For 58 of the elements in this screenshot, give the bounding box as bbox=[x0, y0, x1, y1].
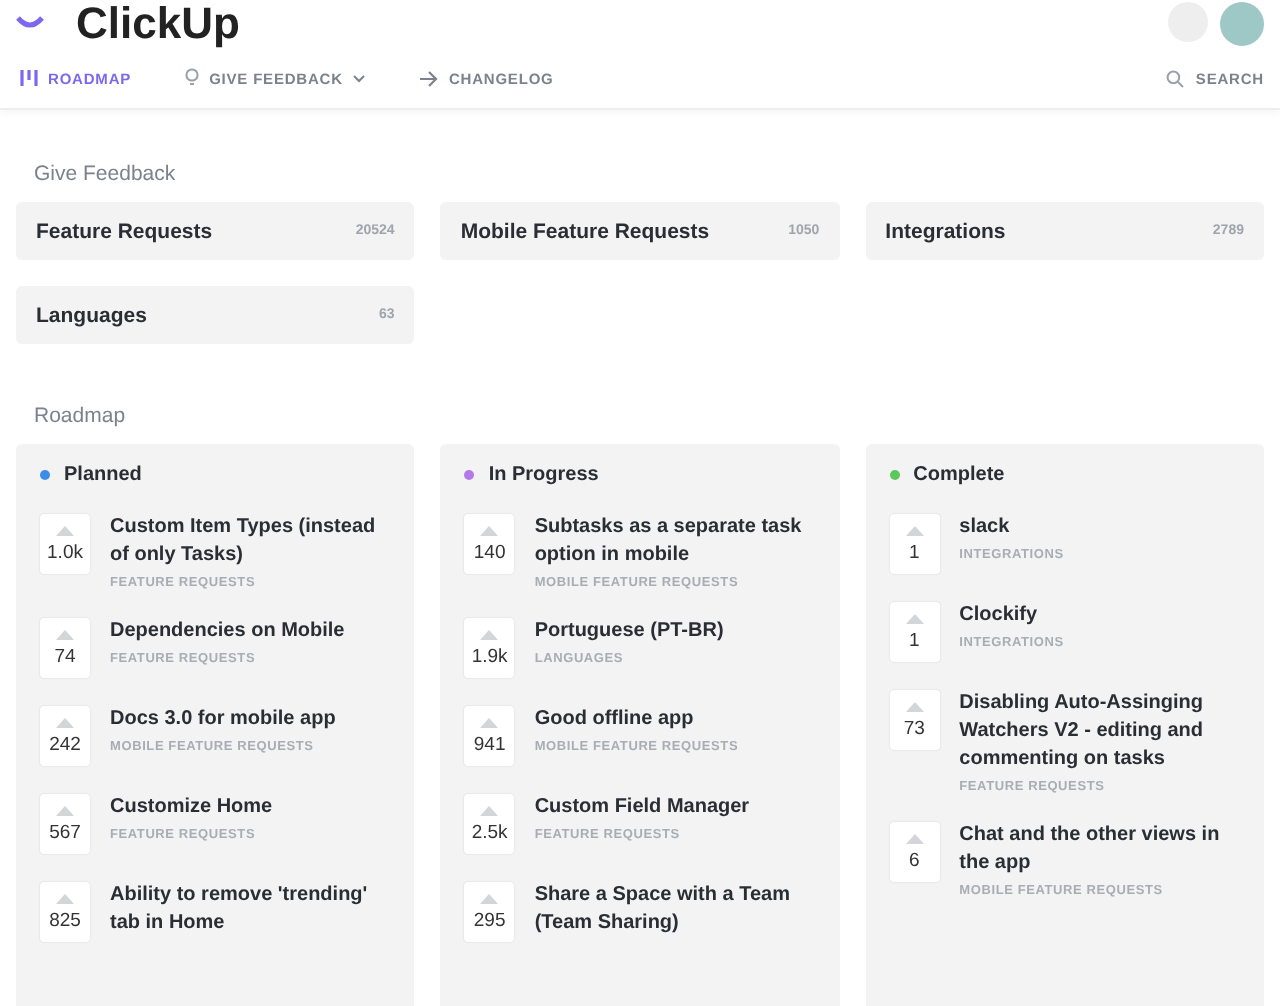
column-title: Planned bbox=[64, 464, 142, 486]
column-title: Complete bbox=[913, 464, 1005, 486]
triangle-up-icon bbox=[905, 613, 924, 623]
avatar-icon[interactable] bbox=[1220, 2, 1264, 46]
post-title[interactable]: Subtasks as a separate task option in mobile bbox=[534, 514, 805, 570]
search-icon bbox=[1165, 69, 1184, 87]
arrow-right-icon bbox=[418, 69, 439, 87]
triangle-up-icon bbox=[905, 833, 924, 843]
upvote-button[interactable]: 6 bbox=[889, 822, 940, 882]
post-title[interactable]: Custom Field Manager bbox=[534, 794, 750, 822]
upvote-button[interactable]: 74 bbox=[40, 618, 90, 678]
upvote-button[interactable]: 1.0k bbox=[40, 514, 90, 574]
post-title[interactable]: Custom Item Types (instead of only Tasks) bbox=[110, 514, 380, 570]
triangle-up-icon bbox=[480, 717, 499, 727]
post-title[interactable]: Ability to remove 'trending' tab in Home bbox=[110, 882, 380, 938]
lightbulb-icon bbox=[183, 68, 200, 88]
section-heading: Give Feedback bbox=[34, 162, 178, 186]
logo-text: ClickUp bbox=[76, 2, 240, 46]
upvote-button[interactable]: 1 bbox=[889, 602, 940, 662]
upvote-button[interactable]: 567 bbox=[40, 794, 90, 854]
post-title[interactable]: Share a Space with a Team (Team Sharing) bbox=[534, 882, 805, 938]
post-title[interactable]: Portuguese (PT-BR) bbox=[534, 618, 724, 646]
post-title[interactable]: Dependencies on Mobile bbox=[110, 618, 345, 646]
post-title[interactable]: Good offline app bbox=[534, 706, 739, 734]
triangle-up-icon bbox=[480, 805, 499, 815]
triangle-up-icon bbox=[56, 717, 74, 727]
upvote-button[interactable]: 941 bbox=[464, 706, 515, 766]
triangle-up-icon bbox=[480, 525, 499, 535]
roadmap-icon bbox=[20, 68, 38, 88]
column-title: In Progress bbox=[488, 464, 599, 486]
post-title[interactable]: Customize Home bbox=[110, 794, 273, 822]
upvote-button[interactable]: 242 bbox=[40, 706, 90, 766]
triangle-up-icon bbox=[56, 805, 74, 815]
upvote-button[interactable]: 1 bbox=[889, 514, 940, 574]
section-heading: Roadmap bbox=[34, 404, 128, 428]
board-name: Feature Requests bbox=[36, 219, 213, 243]
upvote-button[interactable]: 73 bbox=[889, 690, 940, 750]
post-title[interactable]: Clockify bbox=[959, 602, 1064, 630]
post-title[interactable]: slack bbox=[959, 514, 1064, 542]
triangle-up-icon bbox=[56, 525, 74, 535]
triangle-up-icon bbox=[905, 701, 924, 711]
board-name: Integrations bbox=[885, 219, 1006, 243]
triangle-up-icon bbox=[56, 893, 74, 903]
upvote-button[interactable]: 295 bbox=[464, 882, 515, 942]
triangle-up-icon bbox=[905, 525, 924, 535]
upvote-button[interactable]: 140 bbox=[464, 514, 515, 574]
board-name: Mobile Feature Requests bbox=[460, 219, 710, 243]
post-title[interactable]: Chat and the other views in the app bbox=[959, 822, 1230, 878]
logo-icon bbox=[16, 16, 44, 32]
board-name: Languages bbox=[36, 303, 147, 327]
triangle-up-icon bbox=[480, 629, 499, 639]
triangle-up-icon bbox=[56, 629, 74, 639]
upvote-button[interactable]: 2.5k bbox=[464, 794, 515, 854]
upvote-button[interactable]: 1.9k bbox=[464, 618, 515, 678]
post-title[interactable]: Disabling Auto-Assinging Watchers V2 - editing and commenting on tasks bbox=[959, 690, 1230, 774]
upvote-button[interactable]: 825 bbox=[40, 882, 90, 942]
post-title[interactable]: Docs 3.0 for mobile app bbox=[110, 706, 336, 734]
triangle-up-icon bbox=[480, 893, 499, 903]
